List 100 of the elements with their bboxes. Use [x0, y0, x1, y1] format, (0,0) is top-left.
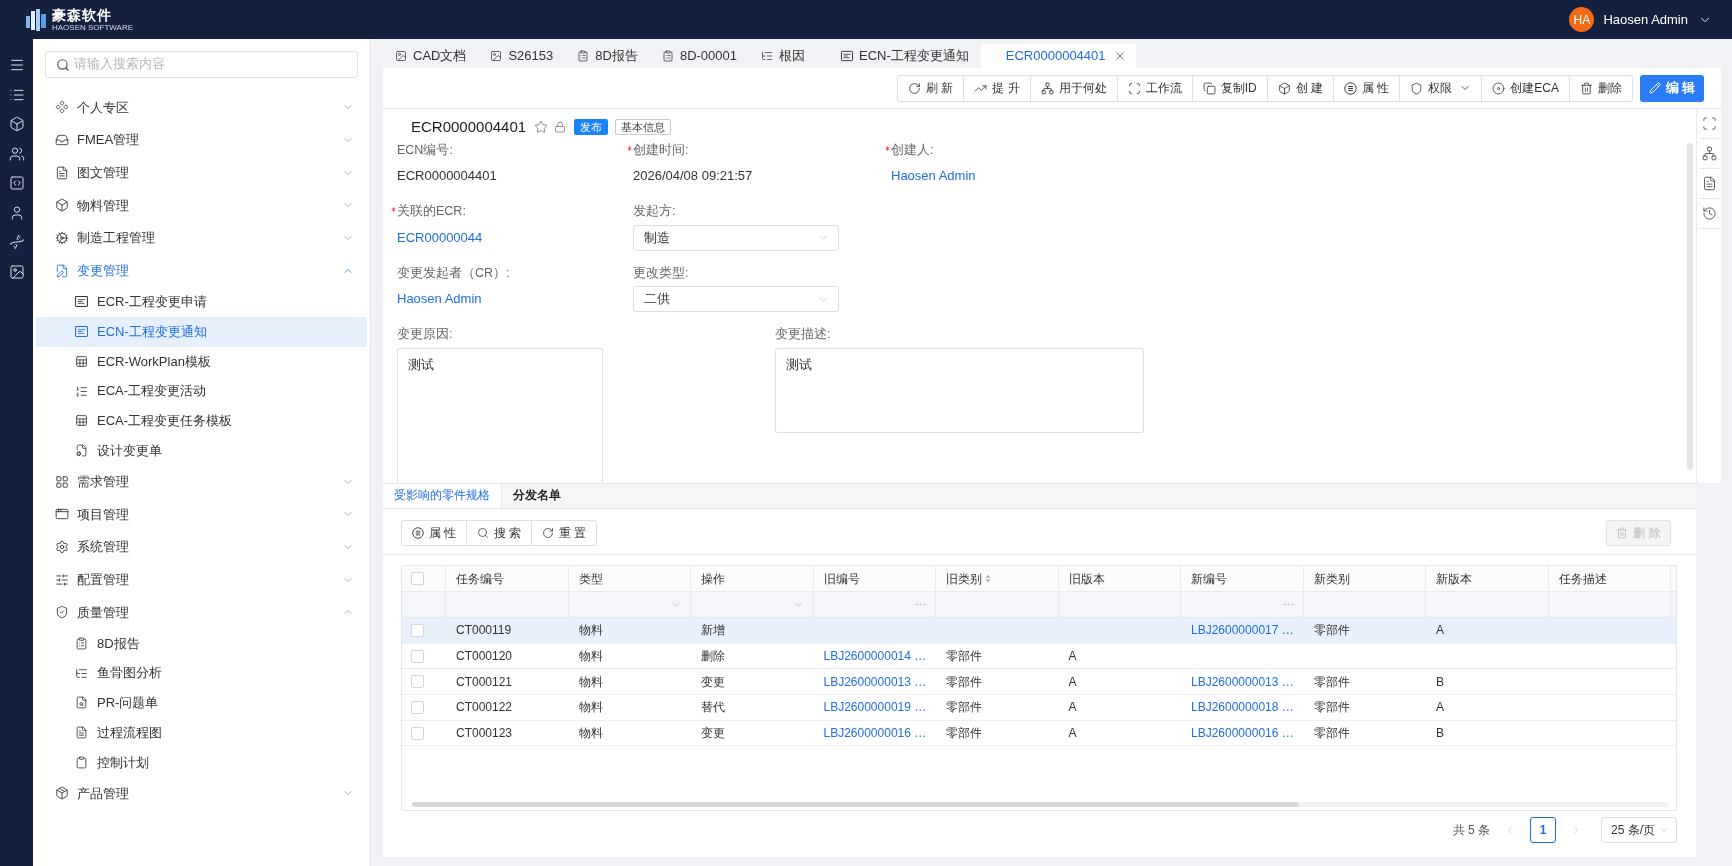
part-number-link[interactable]: LBJ2600000016 … [823, 724, 927, 743]
lock-icon[interactable] [554, 121, 567, 133]
toolbar-button[interactable]: 提 升 [963, 74, 1031, 102]
history-icon[interactable] [1701, 206, 1717, 221]
sidebar-item[interactable]: 系统管理 [36, 530, 367, 564]
file-search-icon [75, 696, 88, 710]
edit-button[interactable]: 编 辑 [1640, 74, 1704, 102]
part-number-link[interactable]: LBJ2600000013 … [1191, 672, 1294, 691]
select-field[interactable]: 制造 [633, 224, 839, 251]
page-tab[interactable]: 根因 [749, 44, 829, 68]
column-header[interactable]: 旧类别 [946, 569, 982, 588]
status-tag: 发布 [574, 119, 609, 135]
sidebar-item[interactable]: 项目管理 [36, 497, 367, 531]
toolbar-button[interactable]: 用于何处 [1029, 74, 1118, 102]
text-area[interactable]: 测试 [397, 347, 603, 482]
sidebar-item[interactable]: 质量管理 [36, 596, 367, 629]
sidebar-item[interactable]: ECR-WorkPlan模板 [36, 346, 367, 377]
part-number-link[interactable]: LBJ2600000013 … [823, 672, 927, 691]
toolbar-button[interactable]: 创 建 [1266, 74, 1334, 102]
toolbar-button[interactable]: 工作流 [1116, 74, 1193, 102]
sidebar-item[interactable]: 图文管理 [36, 156, 367, 190]
clipboard-icon [75, 755, 88, 769]
table-cell-text: 删除 [701, 648, 725, 666]
code-window-icon[interactable] [8, 175, 25, 191]
toolbar-button[interactable]: 删除 [1569, 74, 1633, 102]
checkbox[interactable] [411, 675, 424, 689]
user-name[interactable]: Haosen Admin [1603, 9, 1688, 30]
toolbar-button[interactable]: 刷 新 [896, 74, 965, 102]
sidebar-item[interactable]: PR-问题单 [36, 688, 367, 718]
page-tab[interactable]: ECR0000004401 [980, 44, 1136, 68]
users-icon[interactable] [8, 145, 25, 162]
sidebar-item[interactable]: 配置管理 [36, 563, 367, 596]
sidebar-item[interactable]: 控制计划 [36, 747, 367, 778]
horizontal-scrollbar[interactable] [412, 802, 1669, 807]
sidebar-item[interactable]: 设计变更单 [36, 435, 367, 466]
page-tab[interactable]: 8D报告 [565, 44, 650, 68]
sidebar-item[interactable]: ECA-工程变更任务模板 [36, 405, 367, 436]
field-label: 更改类型: [633, 264, 689, 282]
page-tab[interactable]: ECN-工程变更通知 [829, 44, 981, 68]
table-toolbar-button[interactable]: 搜 索 [466, 520, 532, 546]
column-header: 任务描述 [1558, 570, 1607, 588]
toolbar-button[interactable]: 属 性 [1332, 74, 1401, 102]
cube-icon [1277, 81, 1291, 95]
table-row[interactable]: CT000119 物料 新增 LBJ2600000017 … 零部件 A [402, 618, 1676, 644]
checkbox[interactable] [411, 649, 424, 663]
page-size-select[interactable]: 25 条/页 [1601, 817, 1677, 843]
sidebar-item[interactable]: 个人专区 [36, 91, 367, 124]
detail-tab[interactable]: 分发名单 [502, 484, 572, 508]
page-button[interactable]: 1 [1530, 817, 1556, 843]
network-icon[interactable] [1701, 146, 1717, 161]
corners-icon[interactable] [1701, 116, 1717, 131]
star-icon[interactable] [534, 120, 549, 134]
menu-icon[interactable] [8, 57, 25, 73]
field-link[interactable]: ECR00000044 [397, 227, 483, 248]
shield-icon [1410, 81, 1424, 95]
page-tab[interactable]: 8D-00001 [649, 44, 749, 68]
checkbox[interactable] [411, 726, 424, 740]
sidebar-item[interactable]: ECN-工程变更通知 [36, 316, 367, 347]
document-icon[interactable] [1701, 176, 1717, 191]
sort-icon[interactable] [985, 574, 991, 583]
sidebar-item[interactable]: 产品管理 [36, 777, 367, 810]
sidebar-item[interactable]: 制造工程管理 [36, 221, 367, 255]
part-number-link[interactable]: LBJ2600000017 … [1191, 621, 1294, 640]
detail-tab[interactable]: 受影响的零件规格 [383, 484, 502, 508]
image-icon [395, 50, 407, 62]
sidebar-item[interactable]: 变更管理 [36, 254, 367, 288]
toolbar-button[interactable]: 权限 [1399, 74, 1483, 102]
sidebar-item[interactable]: 8D报告 [36, 628, 367, 659]
part-number-link[interactable]: LBJ2600000014 … [823, 647, 927, 666]
table-cell-text: CT000119 [456, 622, 512, 640]
sidebar-item[interactable]: 鱼骨图分析 [36, 658, 367, 689]
page-tab[interactable]: CAD文档 [383, 44, 479, 68]
part-number-link[interactable]: LBJ2600000019 … [823, 698, 927, 717]
list-circle-icon [411, 527, 424, 539]
field-link[interactable]: Haosen Admin [397, 289, 482, 309]
text-area[interactable]: 测试 [775, 347, 1144, 433]
checkbox[interactable] [411, 700, 424, 714]
sidebar-item[interactable]: ECR-工程变更申请 [36, 287, 367, 317]
sidebar-item[interactable]: FMEA管理 [36, 123, 367, 157]
field-link[interactable]: Haosen Admin [891, 166, 976, 186]
checkbox[interactable] [411, 572, 424, 585]
numbered-list-icon [75, 384, 88, 398]
toolbar-button[interactable]: 创建ECA [1481, 74, 1570, 102]
checkbox[interactable] [411, 623, 424, 637]
dna-icon[interactable] [8, 234, 25, 250]
sidebar-item[interactable]: 过程流程图 [36, 717, 367, 748]
image-icon[interactable] [8, 263, 25, 280]
toolbar-button[interactable]: 复制ID [1191, 74, 1268, 102]
sidebar-item[interactable]: 物料管理 [36, 189, 367, 222]
vertical-scrollbar[interactable] [1687, 143, 1693, 470]
part-number-link[interactable]: LBJ2600000016 … [1191, 724, 1294, 743]
select-field[interactable]: 二供 [633, 286, 839, 312]
sidebar-item[interactable]: 需求管理 [36, 465, 367, 498]
cube-icon[interactable] [8, 116, 25, 132]
table-toolbar-button[interactable]: 重 置 [531, 520, 597, 546]
table-cell-text: CT000120 [456, 648, 513, 666]
part-number-link[interactable]: LBJ2600000018 … [1191, 698, 1294, 717]
sidebar-item[interactable]: ECA-工程变更活动 [36, 376, 367, 406]
page-tab[interactable]: S26153 [478, 44, 566, 68]
table-toolbar-button[interactable]: 属 性 [401, 520, 467, 546]
